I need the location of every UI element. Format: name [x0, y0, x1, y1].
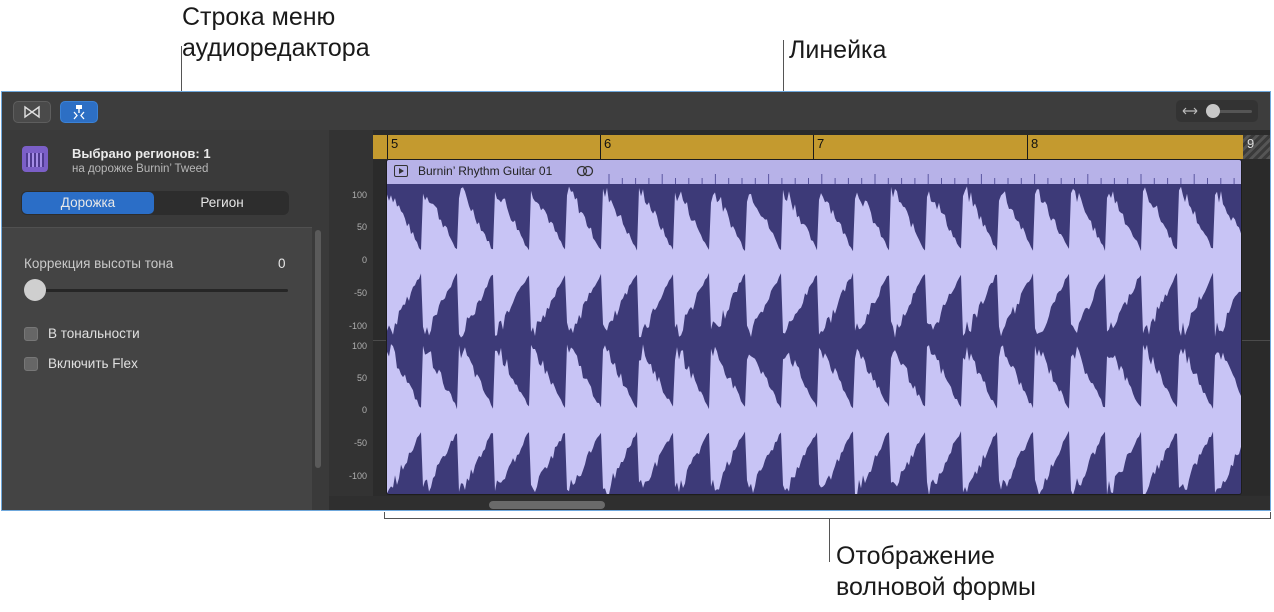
- tab-region[interactable]: Регион: [156, 192, 288, 214]
- waveform-channel: [387, 344, 1241, 494]
- amp-icon: [22, 146, 48, 172]
- audio-editor: Выбрано регионов: 1 на дорожке Burnin’ T…: [1, 91, 1271, 511]
- in-key-checkbox[interactable]: [24, 326, 38, 341]
- enable-flex-label: Включить Flex: [48, 356, 138, 371]
- callout-waveform-leader: [829, 518, 830, 562]
- ruler-bar-8: 8: [1031, 136, 1039, 151]
- ruler-bar-tick: [600, 135, 601, 159]
- pitch-correction-track[interactable]: [32, 289, 288, 292]
- pitch-button[interactable]: [60, 101, 98, 123]
- region-header[interactable]: Burnin’ Rhythm Guitar 01: [387, 160, 1241, 184]
- zoom-slider-knob[interactable]: [1206, 104, 1220, 118]
- horizontal-zoom-icon: [1182, 107, 1198, 115]
- flex-button[interactable]: [13, 101, 51, 123]
- pitch-correction-label: Коррекция высоты тона: [24, 256, 174, 271]
- callout-waveform-line1: Отображение: [836, 542, 995, 570]
- inspector-scrollbar[interactable]: [315, 230, 321, 468]
- amplitude-label: 100: [351, 190, 367, 200]
- tab-track[interactable]: Дорожка: [22, 192, 154, 214]
- region-header-ticks: [608, 174, 1235, 184]
- callout-waveform-bracket-left: [384, 512, 385, 519]
- horizontal-scrollbar[interactable]: [489, 501, 605, 509]
- ruler-bar-tick: [813, 135, 814, 159]
- ruler[interactable]: 5 6 7 8: [373, 135, 1243, 159]
- horizontal-scroll-area: [329, 496, 1270, 510]
- amplitude-label: 100: [351, 341, 367, 351]
- ruler-bar-5: 5: [391, 136, 399, 151]
- enable-flex-checkbox[interactable]: [24, 356, 38, 371]
- callout-menu-bar: Строка меню аудиоредактора: [182, 2, 370, 64]
- amplitude-label: -100: [348, 321, 367, 331]
- callout-waveform-line2: волновой формы: [836, 573, 1036, 601]
- callout-menu-bar-line1: Строка меню: [182, 3, 336, 31]
- waveform-channel: [387, 186, 1241, 338]
- audio-editor-menu-bar: [2, 92, 1270, 130]
- ruler-bar-9: 9: [1247, 136, 1255, 151]
- amplitude-label: 50: [356, 373, 367, 383]
- amplitude-label: -100: [348, 471, 367, 481]
- amplitude-scale: 100 50 0 -50 -100 100 50 0 -50 -100: [329, 130, 373, 510]
- right-gutter: [1243, 159, 1270, 495]
- enable-flex-checkbox-row[interactable]: Включить Flex: [24, 356, 138, 371]
- callout-waveform-bracket: [384, 518, 1271, 519]
- amplitude-label: 0: [361, 405, 367, 415]
- ruler-bar-tick: [1027, 135, 1028, 159]
- pitch-correction-value: 0: [278, 256, 286, 271]
- amplitude-label: -50: [353, 288, 367, 298]
- inspector: Выбрано регионов: 1 на дорожке Burnin’ T…: [2, 130, 329, 510]
- callout-waveform: Отображение волновой формы: [836, 541, 1036, 603]
- ruler-bar-7: 7: [817, 136, 825, 151]
- waveform-display: [387, 186, 1241, 494]
- zoom-slider[interactable]: [1176, 100, 1258, 122]
- callout-menu-bar-leader: [181, 46, 182, 91]
- audio-region[interactable]: Burnin’ Rhythm Guitar 01: [386, 159, 1242, 495]
- pitch-correction-knob[interactable]: [24, 279, 46, 301]
- pitch-tuning-icon: [73, 105, 85, 120]
- in-key-checkbox-row[interactable]: В тональности: [24, 326, 140, 341]
- callout-ruler: Линейка: [789, 36, 887, 64]
- ruler-bar-6: 6: [604, 136, 612, 151]
- amplitude-label: 0: [361, 255, 367, 265]
- in-key-label: В тональности: [48, 326, 140, 341]
- inspector-tabs: Дорожка Регион: [21, 191, 289, 215]
- amplitude-label: -50: [353, 438, 367, 448]
- selection-subtitle: на дорожке Burnin’ Tweed: [72, 163, 209, 175]
- selection-title: Выбрано регионов: 1: [72, 146, 211, 161]
- callout-waveform-bracket-right: [1270, 512, 1271, 519]
- callout-menu-bar-line2: аудиоредактора: [182, 34, 370, 62]
- amplitude-label: 50: [356, 222, 367, 232]
- ruler-bar-tick: [387, 135, 388, 159]
- flex-bowtie-icon: [24, 105, 40, 119]
